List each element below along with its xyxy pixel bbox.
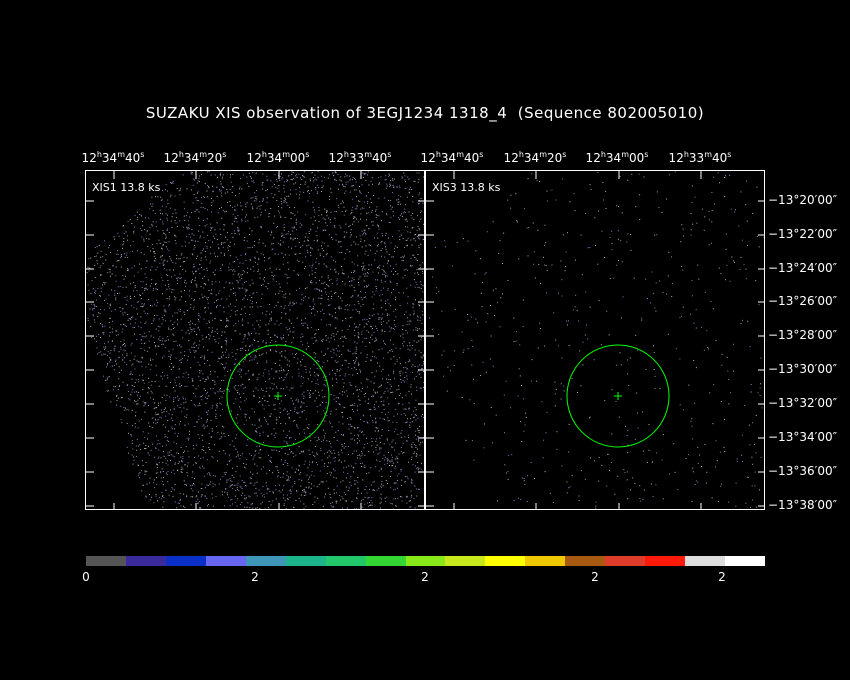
- colorbar-segment: [125, 556, 166, 566]
- ra-label: 12h34m20s: [163, 150, 227, 165]
- ra-label: 12h34m40s: [420, 150, 484, 165]
- plot-title: SUZAKU XIS observation of 3EGJ1234 1318_…: [145, 104, 705, 122]
- colorbar-segment: [405, 556, 446, 566]
- dec-label: −13°22′00″: [768, 227, 838, 241]
- colorbar-segment: [245, 556, 286, 566]
- colorbar-segment: [485, 556, 526, 566]
- ra-label: 12h34m00s: [585, 150, 649, 165]
- xis3-panel-label: XIS3 13.8 ks: [432, 181, 501, 194]
- dec-label: −13°34′00″: [768, 430, 838, 444]
- dec-label: −13°20′00″: [768, 193, 838, 207]
- colorbar-segment: [165, 556, 206, 566]
- colorbar-segment: [525, 556, 566, 566]
- colorbar-segment: [645, 556, 686, 566]
- xis1-image-panel[interactable]: XIS1 13.8 ks: [85, 170, 425, 510]
- colorbar-segment: [365, 556, 406, 566]
- dec-label: −13°26′00″: [768, 294, 838, 308]
- colorbar-segment: [725, 556, 765, 566]
- photon-events: [86, 171, 424, 509]
- xis1-panel-label: XIS1 13.8 ks: [92, 181, 161, 194]
- axis-ticks: [426, 171, 764, 509]
- colorbar-tick-label: 2: [251, 570, 259, 584]
- ra-label: 12h33m40s: [668, 150, 732, 165]
- colorbar-segment: [285, 556, 326, 566]
- axis-ticks: [86, 171, 424, 509]
- source-position-crosshair: [614, 392, 622, 400]
- ra-axis-labels-left: 12h34m40s 12h34m20s 12h34m00s 12h33m40s …: [0, 150, 850, 166]
- colorbar-segment: [565, 556, 606, 566]
- colorbar-segment: [325, 556, 366, 566]
- xis3-image-panel[interactable]: XIS3 13.8 ks: [425, 170, 765, 510]
- colorbar-tick-label: 2: [421, 570, 429, 584]
- colorbar-tick-label: 2: [718, 570, 726, 584]
- colorbar-segment: [445, 556, 486, 566]
- dec-label: −13°36′00″: [768, 464, 838, 478]
- colorbar-segment: [86, 556, 126, 566]
- ra-label: 12h33m40s: [328, 150, 392, 165]
- colorbar-segment: [685, 556, 725, 566]
- colorbar-tick-label: 2: [591, 570, 599, 584]
- dec-label: −13°24′00″: [768, 261, 838, 275]
- photon-events: [426, 171, 764, 509]
- xis3-image: [426, 171, 764, 509]
- ra-label: 12h34m40s: [81, 150, 145, 165]
- color-scale-bar: [86, 556, 765, 566]
- ra-label: 12h34m20s: [503, 150, 567, 165]
- xis1-image: [86, 171, 424, 509]
- ra-label: 12h34m00s: [246, 150, 310, 165]
- colorbar-tick-label: 0: [82, 570, 90, 584]
- dec-label: −13°32′00″: [768, 396, 838, 410]
- dec-label: −13°28′00″: [768, 328, 838, 342]
- dec-label: −13°30′00″: [768, 362, 838, 376]
- colorbar-segment: [605, 556, 646, 566]
- dec-label: −13°38′00″: [768, 498, 838, 512]
- colorbar-segment: [205, 556, 246, 566]
